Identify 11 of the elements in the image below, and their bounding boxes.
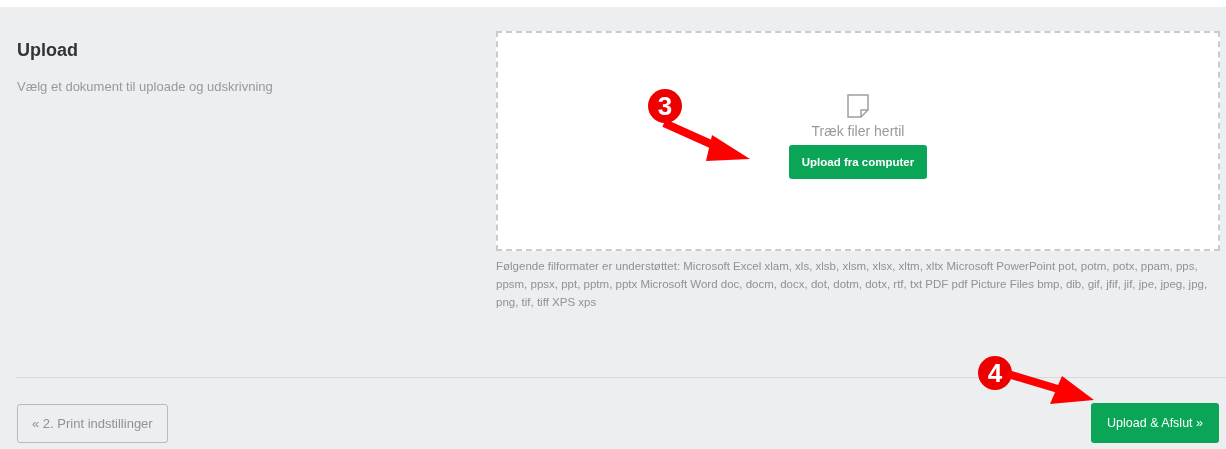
section-title: Upload (17, 40, 79, 61)
upload-button[interactable]: Upload fra computer (788, 145, 928, 179)
file-icon (846, 93, 870, 119)
drop-hint: Træk filer hertil (811, 123, 905, 139)
finish-button[interactable]: Upload & Afslut » (1091, 403, 1219, 443)
section-description: Vælg et dokument til uploade og udskrivning (17, 79, 274, 94)
supported-formats: Følgende filformater er understøttet: Microsoft Excel xlam, xls, xlsb, xlsm, xlsx, xltm, xltx Microsoft PowerPoint pot, potm, potx, ppam, pps, ppsm, ppsx, ppt, pptm, pptx Microsoft Word doc, docm, docx, dot, dotm, dotx, rtf, txt PDF pdf Picture Files bmp, dib, gif, jfif, jif, jpe, jpeg, jpg, png, tif, tiff XPS xps (496, 259, 1209, 310)
dropzone[interactable]: Træk filer hertil Upload fra computer 3 (496, 31, 1220, 251)
back-button[interactable]: « 2. Print indstillinger (17, 403, 168, 443)
annotation-number: 4 (978, 356, 1012, 390)
annotation-number: 3 (648, 89, 682, 123)
